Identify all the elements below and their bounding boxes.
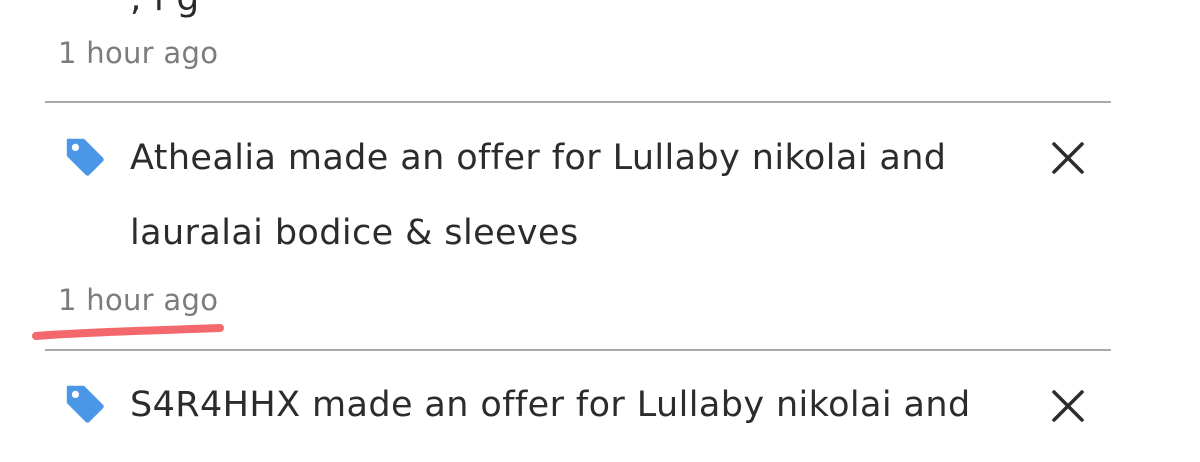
notification-message: S4R4HHX made an offer for Lullaby nikola… — [130, 368, 1030, 443]
highlight-underline — [32, 324, 224, 340]
close-icon[interactable] — [1048, 138, 1088, 178]
notification-message-line1: Athealia made an offer for Lullaby nikol… — [130, 138, 947, 178]
divider — [45, 349, 1111, 351]
tag-icon — [66, 385, 104, 423]
previous-notification-text: , l g — [130, 0, 200, 19]
notification-message-line1: S4R4HHX made an offer for Lullaby nikola… — [130, 385, 971, 425]
notification-message-line2: lauralai bodice & sleeves — [130, 213, 579, 253]
tag-icon — [66, 138, 104, 176]
divider — [45, 101, 1111, 103]
close-icon[interactable] — [1048, 386, 1088, 426]
previous-notification-timestamp: 1 hour ago — [58, 36, 219, 70]
notification-message: Athealia made an offer for Lullaby nikol… — [130, 121, 1030, 271]
notification-timestamp: 1 hour ago — [58, 283, 219, 317]
